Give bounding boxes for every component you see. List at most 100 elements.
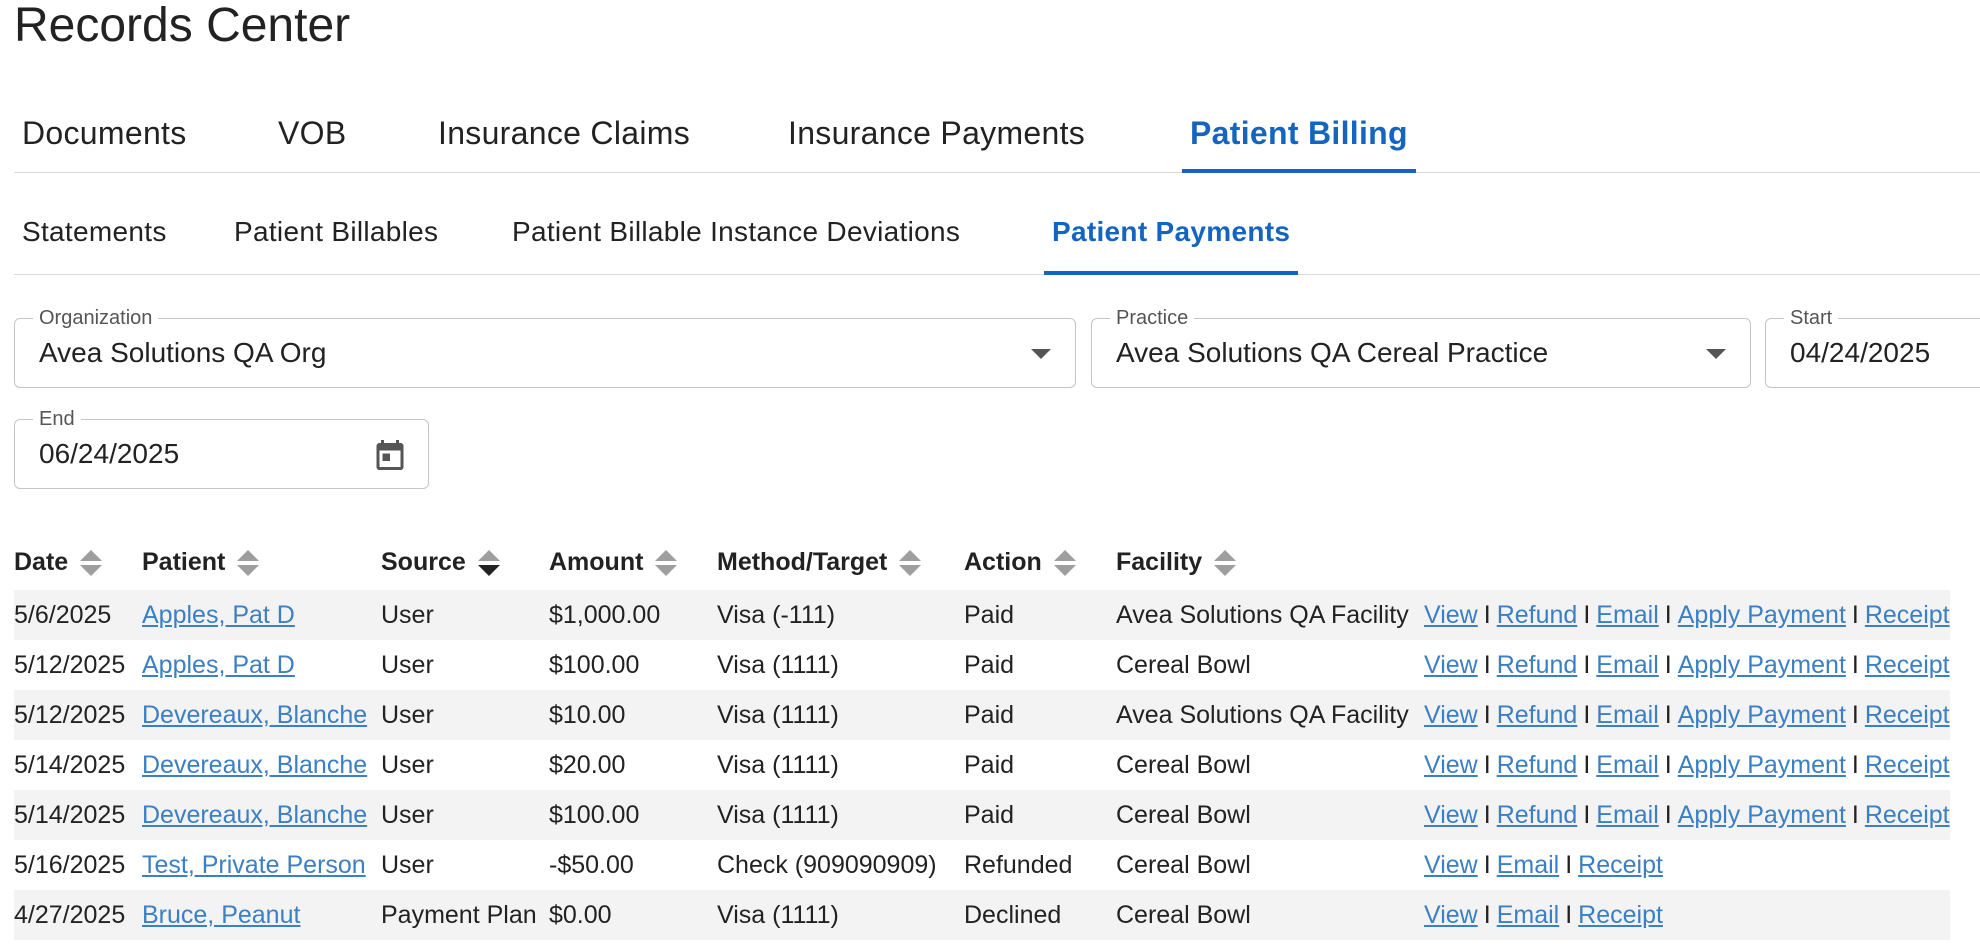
view-link[interactable]: View bbox=[1424, 801, 1478, 829]
action-status-cell: Declined bbox=[964, 900, 1062, 929]
sort-desc-icon bbox=[477, 548, 500, 578]
action-status-cell: Paid bbox=[964, 800, 1015, 829]
tab-insurance-payments[interactable]: Insurance Payments bbox=[780, 98, 1093, 172]
view-link[interactable]: View bbox=[1424, 901, 1478, 929]
tab-vob[interactable]: VOB bbox=[270, 98, 354, 172]
col-facility[interactable]: Facility bbox=[1116, 536, 1424, 590]
col-amount[interactable]: Amount bbox=[549, 536, 717, 590]
action-column-cell: Paid bbox=[964, 690, 1116, 740]
method-column-cell: Visa (1111) bbox=[717, 690, 964, 740]
patient-link[interactable]: Bruce, Peanut bbox=[142, 901, 300, 929]
subtab-patient-billable-instance-deviations[interactable]: Patient Billable Instance Deviations bbox=[504, 204, 968, 274]
refund-link[interactable]: Refund bbox=[1497, 601, 1578, 629]
start-label: Start bbox=[1784, 306, 1839, 330]
email-link[interactable]: Email bbox=[1497, 901, 1560, 929]
patient-link[interactable]: Devereaux, Blanche bbox=[142, 751, 367, 779]
receipt-link[interactable]: Receipt bbox=[1865, 701, 1950, 729]
end-date-field[interactable]: End 06/24/2025 bbox=[14, 407, 429, 489]
practice-select[interactable]: Practice Avea Solutions QA Cereal Practi… bbox=[1091, 306, 1751, 388]
link-separator: I bbox=[1483, 650, 1491, 679]
col-action[interactable]: Action bbox=[964, 536, 1116, 590]
apply-link[interactable]: Apply Payment bbox=[1678, 751, 1846, 779]
tab-documents[interactable]: Documents bbox=[14, 98, 195, 172]
patient-link[interactable]: Devereaux, Blanche bbox=[142, 801, 367, 829]
method-cell: Visa (1111) bbox=[717, 900, 839, 929]
subtab-patient-payments[interactable]: Patient Payments bbox=[1044, 204, 1299, 275]
view-link[interactable]: View bbox=[1424, 701, 1478, 729]
email-link[interactable]: Email bbox=[1596, 701, 1659, 729]
facility-cell: Cereal Bowl bbox=[1116, 750, 1251, 779]
source-cell: User bbox=[381, 700, 434, 729]
method-cell: Visa (-111) bbox=[717, 600, 836, 629]
col-patient[interactable]: Patient bbox=[142, 536, 381, 590]
link-separator: I bbox=[1664, 600, 1672, 629]
view-link[interactable]: View bbox=[1424, 601, 1478, 629]
facility-column-cell: Avea Solutions QA Facility bbox=[1116, 590, 1424, 640]
receipt-link[interactable]: Receipt bbox=[1865, 751, 1950, 779]
patient-column-cell: Apples, Pat D bbox=[142, 590, 381, 640]
calendar-icon[interactable] bbox=[372, 436, 408, 474]
tab-patient-billing[interactable]: Patient Billing bbox=[1182, 98, 1416, 173]
link-separator: I bbox=[1483, 850, 1491, 879]
email-link[interactable]: Email bbox=[1596, 751, 1659, 779]
view-link[interactable]: View bbox=[1424, 751, 1478, 779]
table-row: 4/27/2025 Bruce, Peanut Payment Plan $0.00 V… bbox=[14, 890, 1950, 940]
amount-column-cell: $20.00 bbox=[549, 740, 717, 790]
facility-column-cell: Cereal Bowl bbox=[1116, 890, 1424, 940]
email-link[interactable]: Email bbox=[1596, 651, 1659, 679]
table-header-row: Date Patient Source Amount Method/Target… bbox=[14, 536, 1950, 590]
amount-column-cell: $0.00 bbox=[549, 890, 717, 940]
patient-link[interactable]: Apples, Pat D bbox=[142, 601, 295, 629]
source-column-cell: User bbox=[381, 690, 549, 740]
email-link[interactable]: Email bbox=[1596, 601, 1659, 629]
sort-icon bbox=[899, 548, 922, 578]
date-cell: 5/12/2025 bbox=[14, 650, 126, 679]
row-actions: View I Refund I Email I Apply Payment I Receipt bbox=[1424, 740, 1950, 790]
start-date-field[interactable]: Start 04/24/2025 bbox=[1765, 306, 1980, 388]
row-actions: View I Email I Receipt bbox=[1424, 840, 1950, 890]
receipt-link[interactable]: Receipt bbox=[1865, 801, 1950, 829]
tab-insurance-claims[interactable]: Insurance Claims bbox=[430, 98, 698, 172]
amount-cell: $100.00 bbox=[549, 650, 640, 679]
date-column-cell: 4/27/2025 bbox=[14, 890, 142, 940]
apply-link[interactable]: Apply Payment bbox=[1678, 651, 1846, 679]
col-method-target[interactable]: Method/Target bbox=[717, 536, 964, 590]
col-source[interactable]: Source bbox=[381, 536, 549, 590]
receipt-link[interactable]: Receipt bbox=[1578, 851, 1663, 879]
refund-link[interactable]: Refund bbox=[1497, 651, 1578, 679]
receipt-link[interactable]: Receipt bbox=[1578, 901, 1663, 929]
apply-link[interactable]: Apply Payment bbox=[1678, 801, 1846, 829]
apply-link[interactable]: Apply Payment bbox=[1678, 601, 1846, 629]
method-cell: Visa (1111) bbox=[717, 750, 839, 779]
source-column-cell: Payment Plan bbox=[381, 890, 549, 940]
link-separator: I bbox=[1851, 650, 1859, 679]
end-value: 06/24/2025 bbox=[39, 438, 180, 469]
receipt-link[interactable]: Receipt bbox=[1865, 601, 1950, 629]
organization-select[interactable]: Organization Avea Solutions QA Org bbox=[14, 306, 1076, 388]
patient-link[interactable]: Test, Private Person bbox=[142, 851, 366, 879]
patient-link[interactable]: Apples, Pat D bbox=[142, 651, 295, 679]
facility-cell: Avea Solutions QA Facility bbox=[1116, 700, 1409, 729]
email-link[interactable]: Email bbox=[1596, 801, 1659, 829]
method-cell: Check (909090909) bbox=[717, 850, 937, 879]
date-cell: 5/6/2025 bbox=[14, 600, 112, 629]
subtab-statements[interactable]: Statements bbox=[14, 204, 175, 274]
link-separator: I bbox=[1583, 800, 1591, 829]
link-separator: I bbox=[1565, 900, 1573, 929]
apply-link[interactable]: Apply Payment bbox=[1678, 701, 1846, 729]
amount-column-cell: $100.00 bbox=[549, 790, 717, 840]
source-column-cell: User bbox=[381, 840, 549, 890]
receipt-link[interactable]: Receipt bbox=[1865, 651, 1950, 679]
method-cell: Visa (1111) bbox=[717, 650, 839, 679]
refund-link[interactable]: Refund bbox=[1497, 751, 1578, 779]
page-title: Records Center bbox=[14, 0, 351, 52]
refund-link[interactable]: Refund bbox=[1497, 701, 1578, 729]
email-link[interactable]: Email bbox=[1497, 851, 1560, 879]
patient-link[interactable]: Devereaux, Blanche bbox=[142, 701, 367, 729]
refund-link[interactable]: Refund bbox=[1497, 801, 1578, 829]
view-link[interactable]: View bbox=[1424, 851, 1478, 879]
col-date[interactable]: Date bbox=[14, 536, 142, 590]
date-column-cell: 5/14/2025 bbox=[14, 740, 142, 790]
subtab-patient-billables[interactable]: Patient Billables bbox=[226, 204, 446, 274]
view-link[interactable]: View bbox=[1424, 651, 1478, 679]
